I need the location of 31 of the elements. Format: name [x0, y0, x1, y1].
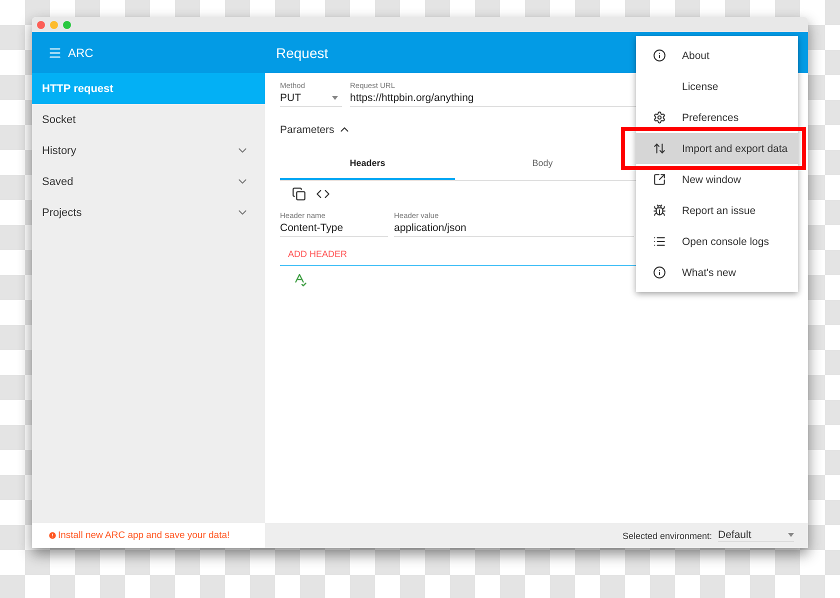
- menu-icon: [652, 142, 666, 155]
- dropdown-arrow-icon: [788, 533, 794, 537]
- environment-select[interactable]: Default: [718, 529, 794, 542]
- sidebar-item[interactable]: Socket: [32, 104, 265, 135]
- alert-icon: [48, 531, 57, 540]
- dropdown-arrow-icon: [332, 96, 338, 100]
- sidebar-item[interactable]: Projects: [32, 197, 265, 228]
- close-button[interactable]: [37, 20, 45, 28]
- app-title: ARC: [68, 46, 94, 60]
- tab[interactable]: Headers: [280, 148, 455, 180]
- environment-label: Selected environment:: [622, 530, 712, 540]
- menu-item[interactable]: About: [636, 40, 798, 71]
- copy-icon[interactable]: [292, 187, 306, 201]
- menu-icon[interactable]: [48, 46, 62, 60]
- menu-icon: [652, 235, 666, 248]
- menu-icon: [652, 266, 666, 279]
- menu-icon: [652, 204, 666, 217]
- sidebar-item[interactable]: History: [32, 135, 265, 166]
- menu-item[interactable]: Import and export data: [636, 133, 798, 164]
- spellcheck-icon[interactable]: [292, 272, 307, 287]
- menu-item[interactable]: Report an issue: [636, 195, 798, 226]
- menu-icon: [652, 49, 666, 62]
- tab[interactable]: Body: [455, 148, 630, 180]
- menu-icon: [652, 173, 666, 186]
- parameters-toggle[interactable]: Parameters: [280, 123, 352, 136]
- zoom-button[interactable]: [63, 20, 71, 28]
- menu-icon: [652, 111, 666, 124]
- code-icon[interactable]: [316, 187, 330, 201]
- menu-item[interactable]: New window: [636, 164, 798, 195]
- toolbar-title: Request: [276, 44, 328, 60]
- sidebar-item[interactable]: Saved: [32, 166, 265, 197]
